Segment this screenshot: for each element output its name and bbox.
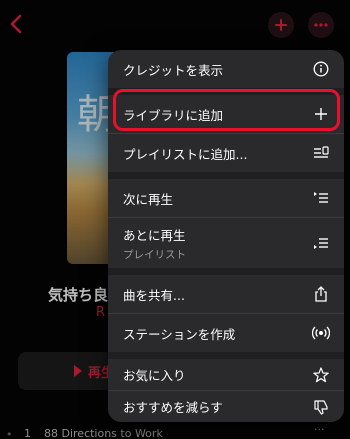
play-next-icon bbox=[312, 189, 330, 207]
menu-item-label: あとに再生 bbox=[123, 227, 186, 243]
menu-item-play-next[interactable]: 次に再生 bbox=[108, 179, 344, 217]
add-to-playlist-icon bbox=[312, 144, 330, 162]
playlist-screen: 朝 気持ち良 R 再生 • 1 88 Directions to Work ··… bbox=[0, 0, 350, 439]
context-menu: クレジットを表示 ライブラリに追加 プレイリストに追加... 次に再生 あとに再… bbox=[108, 50, 344, 422]
menu-item-label: クレジットを表示 bbox=[123, 62, 224, 78]
menu-item-label: ライブラリに追加 bbox=[123, 107, 224, 123]
menu-item-view-credits[interactable]: クレジットを表示 bbox=[108, 50, 344, 88]
info-icon bbox=[312, 60, 330, 78]
play-later-icon bbox=[312, 234, 330, 252]
menu-group-divider bbox=[108, 352, 344, 359]
menu-group-divider bbox=[108, 268, 344, 275]
menu-item-suggest-less[interactable]: おすすめを減らす bbox=[108, 391, 344, 422]
menu-item-label: 次に再生 bbox=[123, 191, 174, 207]
plus-icon bbox=[312, 105, 330, 123]
menu-item-label: お気に入り bbox=[123, 368, 186, 383]
menu-item-create-station[interactable]: ステーションを作成 bbox=[108, 314, 344, 352]
menu-item-sublabel: プレイリスト bbox=[123, 248, 186, 261]
menu-item-label: おすすめを減らす bbox=[123, 400, 223, 415]
menu-item-play-later[interactable]: あとに再生 プレイリスト bbox=[108, 218, 344, 268]
menu-item-add-to-playlist[interactable]: プレイリストに追加... bbox=[108, 134, 344, 172]
menu-item-label: プレイリストに追加... bbox=[123, 146, 248, 162]
share-icon bbox=[312, 285, 330, 303]
thumbs-down-icon bbox=[312, 398, 330, 416]
star-icon bbox=[312, 366, 330, 384]
menu-item-favorite[interactable]: お気に入り bbox=[108, 359, 344, 390]
menu-item-texts: あとに再生 プレイリスト bbox=[123, 225, 186, 262]
menu-item-label: ステーションを作成 bbox=[123, 326, 236, 342]
menu-group-divider bbox=[108, 172, 344, 179]
menu-group-divider bbox=[108, 88, 344, 95]
menu-item-label: 曲を共有... bbox=[123, 287, 185, 303]
station-icon bbox=[312, 324, 330, 342]
menu-item-share-song[interactable]: 曲を共有... bbox=[108, 275, 344, 313]
menu-item-add-to-library[interactable]: ライブラリに追加 bbox=[108, 95, 344, 133]
